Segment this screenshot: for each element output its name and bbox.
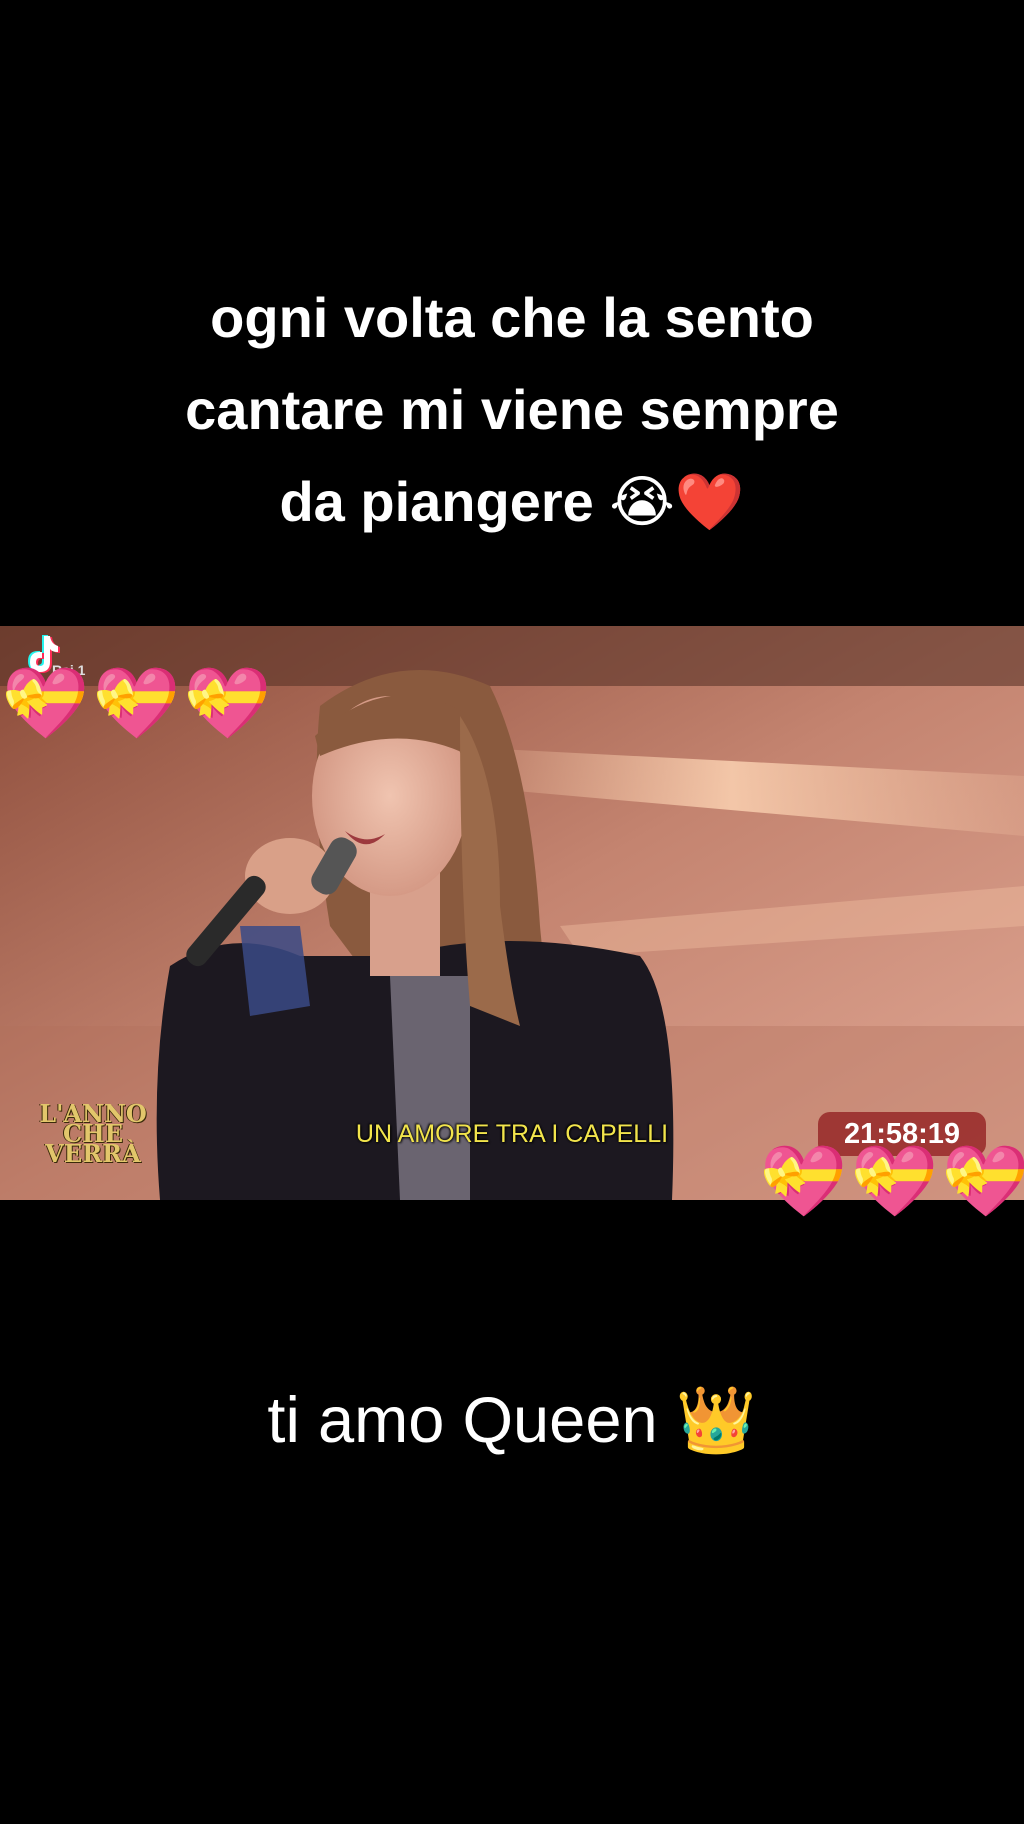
- heart-gift-icon: 💝: [92, 664, 181, 742]
- top-caption: ogni volta che la sento cantare mi viene…: [40, 272, 984, 548]
- top-caption-line-3: da piangere 😭❤️: [279, 470, 745, 533]
- heart-stickers-top: 💝 💝 💝: [0, 668, 273, 738]
- heart-gift-icon: 💝: [850, 1142, 939, 1220]
- heart-gift-icon: 💝: [183, 664, 272, 742]
- heart-stickers-bottom: 💝 💝 💝: [758, 1146, 1024, 1216]
- heart-gift-icon: 💝: [941, 1142, 1024, 1220]
- bottom-caption: ti amo Queen 👑: [267, 1383, 757, 1456]
- top-caption-line-2: cantare mi viene sempre: [185, 378, 839, 441]
- heart-gift-icon: 💝: [759, 1142, 848, 1220]
- heart-gift-icon: 💝: [1, 664, 90, 742]
- top-caption-line-1: ogni volta che la sento: [210, 286, 814, 349]
